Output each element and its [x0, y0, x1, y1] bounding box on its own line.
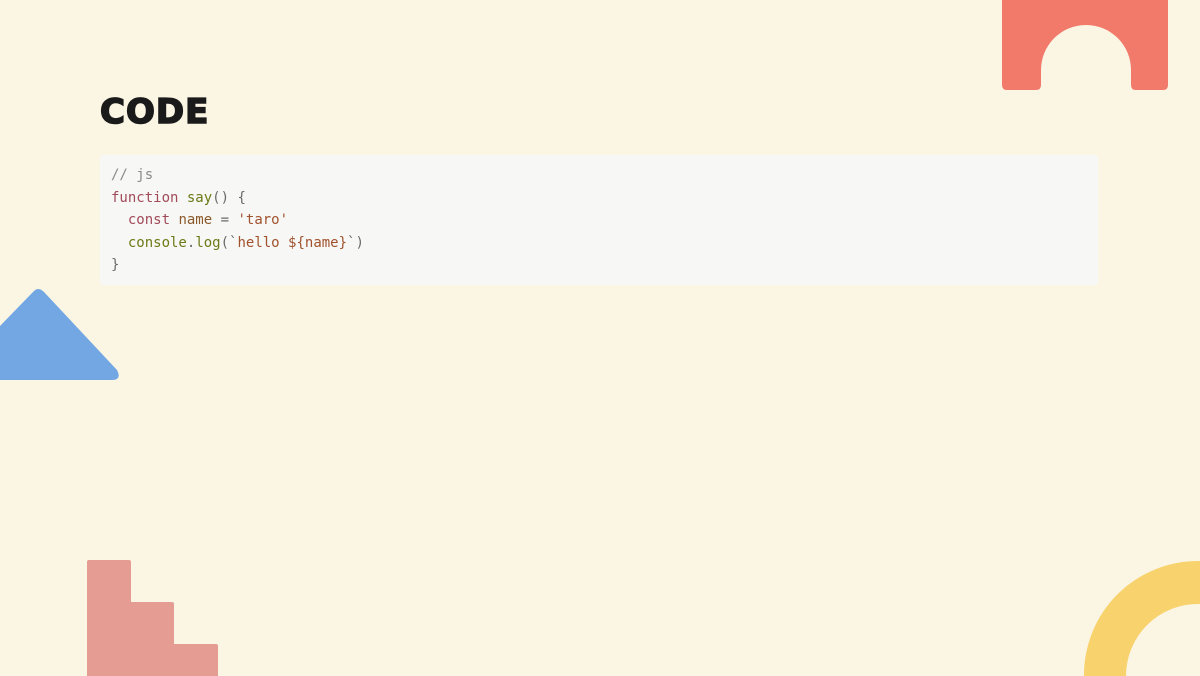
code-token-func: say	[186, 189, 213, 206]
code-token-op: =	[212, 212, 238, 228]
code-token-func: log	[195, 234, 221, 251]
code-token-func: console	[127, 234, 187, 251]
code-token-ident: name	[178, 212, 213, 228]
code-token-keyword: function	[111, 189, 179, 206]
code-line: console.log(`hello ${name}`)	[111, 232, 1098, 255]
code-line: const name = 'taro'	[111, 209, 1098, 232]
ring-arc-shape-icon	[1084, 560, 1200, 676]
code-token-punct: (`	[220, 234, 238, 251]
page-title: CODE	[99, 91, 210, 133]
triangle-shape-icon	[0, 289, 119, 380]
code-block: // js function say() { const name = 'taro…	[100, 155, 1098, 285]
code-token-punct	[111, 212, 128, 228]
code-token-punct	[178, 190, 186, 206]
code-content: // js function say() { const name = 'taro…	[111, 164, 1098, 277]
code-token-string: hello ${name}	[237, 234, 348, 251]
code-token-comment: // js	[111, 167, 154, 183]
code-token-punct	[111, 235, 128, 251]
code-line: }	[111, 254, 1098, 277]
stairs-shape-icon	[87, 560, 218, 676]
code-token-punct: `)	[347, 234, 364, 251]
arch-shape-icon	[1002, 0, 1168, 90]
code-token-string: 'taro'	[237, 212, 289, 228]
code-line: // js	[111, 164, 1098, 187]
code-token-punct: () {	[212, 189, 246, 206]
code-token-keyword: const	[127, 212, 171, 228]
code-token-punct: }	[111, 257, 120, 273]
code-line: function say() {	[111, 187, 1098, 210]
slide: CODE // js function say() { const name = …	[0, 0, 1200, 676]
